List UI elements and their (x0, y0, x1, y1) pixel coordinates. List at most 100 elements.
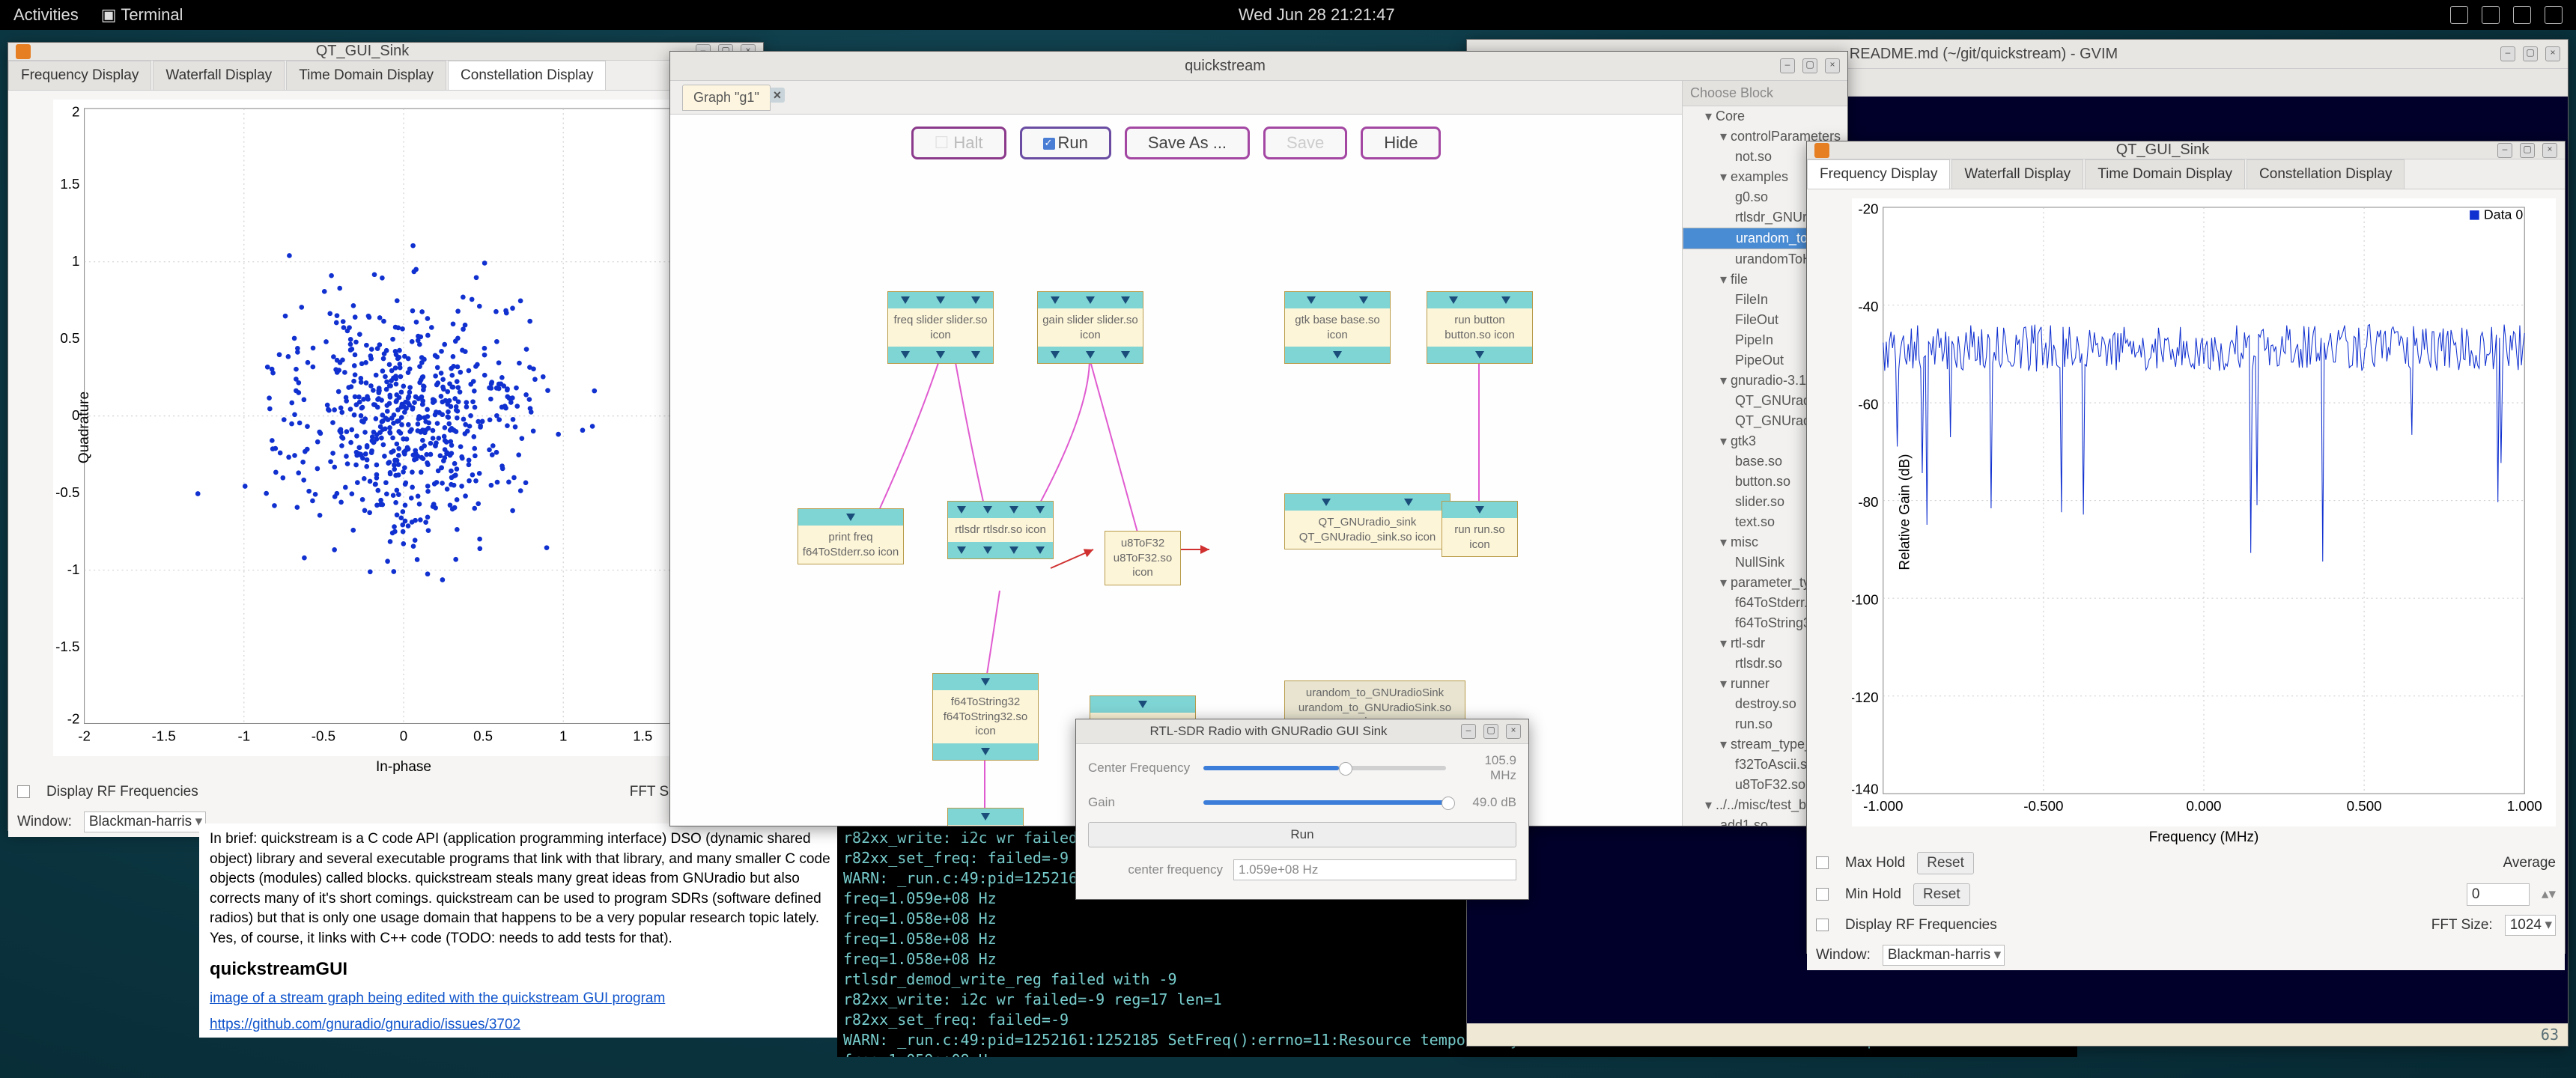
block-run[interactable]: run run.so icon (1442, 501, 1518, 557)
svg-text:-20: -20 (1858, 201, 1878, 216)
min-hold-checkbox[interactable] (1816, 888, 1829, 901)
display-rf-checkbox[interactable] (17, 785, 30, 798)
qt-gui-sink-left-window: QT_GUI_Sink – ▢ × Frequency Display Wate… (7, 42, 764, 831)
save-as-button[interactable]: Save As ... (1125, 127, 1250, 159)
network-icon[interactable] (2482, 6, 2500, 24)
svg-text:-1.5: -1.5 (152, 728, 176, 743)
tab-waterfall[interactable]: Waterfall Display (1951, 159, 2083, 189)
gnome-topbar: Activities ▣ Terminal Wed Jun 28 21:21:4… (0, 0, 2576, 30)
svg-text:1: 1 (72, 253, 79, 269)
minimize-button[interactable]: – (2497, 143, 2512, 158)
window-select[interactable]: Blackman-harris (84, 811, 206, 832)
run-button[interactable]: Run (1020, 127, 1111, 159)
tab-time-domain[interactable]: Time Domain Display (286, 61, 446, 90)
power-icon[interactable] (2545, 6, 2563, 24)
camera-icon[interactable] (2450, 6, 2468, 24)
plot-footer-2: Window: Blackman-harris (1807, 940, 2565, 970)
tab-waterfall[interactable]: Waterfall Display (153, 61, 285, 90)
constellation-svg: 21.51 0.50-0.5 -1-1.5-2 -2-1.5-1 -0.500.… (53, 100, 754, 756)
constellation-plot[interactable]: 21.51 0.50-0.5 -1-1.5-2 -2-1.5-1 -0.500.… (53, 100, 754, 756)
titlebar[interactable]: RTL-SDR Radio with GNURadio GUI Sink – ▢… (1076, 719, 1528, 744)
svg-text:1: 1 (559, 728, 567, 743)
max-hold-checkbox[interactable] (1816, 856, 1829, 869)
svg-text:-100: -100 (1852, 592, 1879, 608)
block-run-button[interactable]: run button button.so icon (1427, 291, 1533, 364)
cf2-input[interactable]: 1.059e+08 Hz (1233, 859, 1516, 880)
svg-text:0.5: 0.5 (60, 330, 79, 346)
titlebar[interactable]: quickstream – ▢ × (670, 52, 1847, 81)
block-f64tostring[interactable]: f64ToString32 f64ToString32.so icon (932, 673, 1039, 761)
maximize-button[interactable]: ▢ (2520, 143, 2535, 158)
block-print-freq[interactable]: print freq f64ToStderr.so icon (798, 508, 904, 564)
svg-text:1.5: 1.5 (633, 728, 652, 743)
average-input[interactable]: 0 (2467, 883, 2530, 906)
cf-slider[interactable] (1203, 766, 1446, 770)
halt-button[interactable]: ☐ Halt (911, 127, 1006, 159)
readme-link-1[interactable]: image of a stream graph being edited wit… (210, 990, 665, 1006)
maximize-button[interactable]: ▢ (1483, 724, 1498, 739)
block-freq-slider[interactable]: freq slider slider.so icon (887, 291, 994, 364)
close-button[interactable]: × (2542, 143, 2557, 158)
block-freq-text[interactable]: freq text text.so icon (947, 808, 1024, 826)
dialog-run-button[interactable]: Run (1088, 822, 1516, 847)
svg-text:1.5: 1.5 (60, 176, 79, 192)
tab-constellation[interactable]: Constellation Display (448, 61, 606, 90)
svg-text:Data 0: Data 0 (2484, 207, 2523, 222)
clock: Wed Jun 28 21:21:47 (183, 5, 2450, 25)
maximize-button[interactable]: ▢ (2523, 46, 2538, 61)
close-button[interactable]: × (1506, 724, 1521, 739)
minimize-button[interactable]: – (1461, 724, 1476, 739)
block-gtk-base[interactable]: gtk base base.so icon (1284, 291, 1391, 364)
tree-item[interactable]: ▾Core (1683, 106, 1847, 127)
graph-tab-g1[interactable]: Graph "g1" × (682, 85, 771, 111)
tab-frequency[interactable]: Frequency Display (8, 61, 151, 90)
quickstream-window: quickstream – ▢ × Graph "g1" × ☐ Halt Ru… (669, 51, 1848, 826)
titlebar[interactable]: QT_GUI_Sink – ▢ × (1807, 141, 2565, 159)
window-title: QT_GUI_Sink (37, 43, 688, 60)
terminal-menu[interactable]: ▣ Terminal (101, 5, 183, 25)
minimize-button[interactable]: – (2500, 46, 2515, 61)
block-rtlsdr[interactable]: rtlsdr rtlsdr.so icon (947, 501, 1054, 559)
block-u8tof32[interactable]: u8ToF32 u8ToF32.so icon (1105, 531, 1181, 585)
tab-frequency[interactable]: Frequency Display (1807, 159, 1950, 189)
readme-link-2[interactable]: https://github.com/gnuradio/gnuradio/iss… (210, 1017, 520, 1032)
hide-button[interactable]: Hide (1361, 127, 1441, 159)
gain-label: Gain (1088, 795, 1193, 810)
display-rf-label: Display RF Frequencies (46, 784, 198, 800)
svg-text:-0.500: -0.500 (2023, 798, 2063, 814)
gain-slider[interactable] (1203, 800, 1446, 805)
frequency-plot[interactable]: -20-40-60 -80-100-120-140 -1.000-0.5000.… (1852, 198, 2556, 826)
min-hold-reset-button[interactable]: Reset (1913, 883, 1970, 906)
minimize-button[interactable]: – (1780, 58, 1795, 73)
svg-text:-2: -2 (78, 728, 91, 743)
window-select[interactable]: Blackman-harris (1883, 945, 2005, 966)
cf-label: Center Frequency (1088, 761, 1193, 776)
save-button[interactable]: Save (1263, 127, 1347, 159)
block-gain-slider[interactable]: gain slider slider.so icon (1037, 291, 1143, 364)
tab-time-domain[interactable]: Time Domain Display (2085, 159, 2245, 189)
svg-text:-1.000: -1.000 (1863, 798, 1903, 814)
activities-button[interactable]: Activities (13, 5, 79, 25)
svg-text:-140: -140 (1852, 781, 1879, 797)
tab-constellation[interactable]: Constellation Display (2247, 159, 2405, 189)
svg-text:0.5: 0.5 (473, 728, 493, 743)
maximize-button[interactable]: ▢ (1802, 58, 1817, 73)
term-line: freq=1.059e+08 Hz (843, 1050, 2071, 1057)
block-qt-sink[interactable]: QT_GNUradio_sink QT_GNUradio_sink.so ico… (1284, 493, 1450, 549)
close-tab-icon[interactable]: × (770, 88, 785, 103)
fft-size-select[interactable]: 1024 (2505, 915, 2556, 936)
y-axis-label: Quadrature (76, 392, 93, 463)
display-rf-label: Display RF Frequencies (1845, 917, 1997, 934)
app-icon (16, 44, 31, 59)
volume-icon[interactable] (2513, 6, 2531, 24)
close-button[interactable]: × (1825, 58, 1840, 73)
svg-text:-60: -60 (1858, 396, 1878, 412)
display-rf-checkbox[interactable] (1816, 919, 1829, 931)
gain-value: 49.0 dB (1456, 795, 1516, 810)
readme-heading: quickstreamGUI (210, 957, 846, 982)
cf-value: 105.9 MHz (1456, 753, 1516, 783)
titlebar[interactable]: QT_GUI_Sink – ▢ × (8, 43, 763, 61)
window-title: QT_GUI_Sink (1835, 141, 2490, 159)
close-button[interactable]: × (2545, 46, 2560, 61)
max-hold-reset-button[interactable]: Reset (1917, 852, 1974, 874)
